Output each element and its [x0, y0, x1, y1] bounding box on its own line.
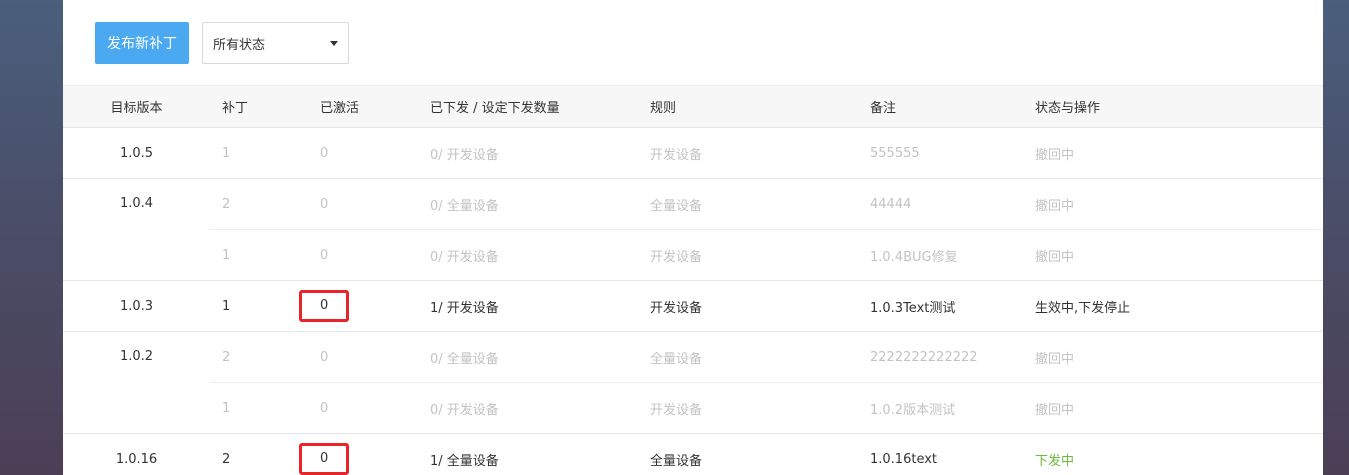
- chevron-down-icon: [330, 40, 338, 46]
- cell-version: 1.0.5: [63, 127, 210, 179]
- cell-issued: 1/ 全量设备: [430, 433, 650, 475]
- cell-rule: 全量设备: [650, 331, 870, 383]
- cell-activated: 0: [299, 433, 430, 475]
- cell-rule: 开发设备: [650, 229, 870, 281]
- header-patch: 补丁: [210, 85, 320, 128]
- cell-version: 1.0.16: [63, 433, 210, 475]
- cell-version: 1.0.3: [63, 280, 210, 332]
- cell-remark: 1.0.16text: [870, 433, 1035, 475]
- table-header-row: 目标版本 补丁 已激活 已下发 / 设定下发数量 规则 备注 状态与操作: [63, 85, 1323, 128]
- cell-remark: 44444: [870, 178, 1035, 230]
- cell-issued: 0/ 全量设备: [430, 178, 650, 230]
- header-status: 状态与操作: [1035, 85, 1323, 128]
- cell-version: 1.0.2: [63, 331, 210, 434]
- cell-version: 1.0.4: [63, 178, 210, 281]
- cell-activated: 0: [320, 178, 430, 230]
- table-row[interactable]: 1.0.2 2 0 0/ 全量设备 全量设备 2222222222222 撤回中: [63, 331, 1323, 434]
- status-filter-select[interactable]: 所有状态: [202, 22, 349, 64]
- cell-remark: 1.0.3Text测试: [870, 280, 1035, 332]
- cell-issued: 0/ 开发设备: [430, 127, 650, 179]
- cell-rule: 开发设备: [650, 127, 870, 179]
- cell-rule: 开发设备: [650, 280, 870, 332]
- toolbar: 发布新补丁 所有状态: [95, 22, 349, 64]
- cell-patch: 1: [210, 229, 320, 281]
- cell-issued: 0/ 开发设备: [430, 382, 650, 434]
- table-row[interactable]: 1.0.3 1 0 1/ 开发设备 开发设备 1.0.3Text测试 生效中,下…: [63, 280, 1323, 332]
- highlighted-activated-count: 0: [299, 290, 350, 322]
- status-filter-value: 所有状态: [213, 37, 266, 53]
- cell-patch: 2: [210, 178, 320, 230]
- cell-issued: 1/ 开发设备: [430, 280, 650, 332]
- cell-remark: 2222222222222: [870, 331, 1035, 383]
- cell-patch: 1: [210, 127, 320, 179]
- table-row[interactable]: 1.0.5 1 0 0/ 开发设备 开发设备 555555 撤回中: [63, 127, 1323, 179]
- cell-issued: 0/ 全量设备: [430, 331, 650, 383]
- cell-status: 撤回中: [1035, 127, 1323, 179]
- publish-patch-button[interactable]: 发布新补丁: [95, 22, 189, 64]
- cell-status: 撤回中: [1035, 178, 1323, 230]
- content-panel: 发布新补丁 所有状态 目标版本 补丁 已激活 已下发 / 设定下发数量 规则 备…: [63, 0, 1323, 475]
- header-activated: 已激活: [320, 85, 430, 128]
- cell-activated: 0: [320, 331, 430, 383]
- cell-activated: 0: [299, 280, 430, 332]
- cell-patch: 1: [210, 382, 320, 434]
- table-row[interactable]: 1.0.4 2 0 0/ 全量设备 全量设备 44444 撤回中: [63, 178, 1323, 281]
- cell-status[interactable]: 下发中: [1035, 433, 1323, 475]
- header-rule: 规则: [650, 85, 870, 128]
- cell-activated: 0: [320, 382, 430, 434]
- highlighted-activated-count: 0: [299, 443, 350, 475]
- table-row[interactable]: 1 0 0/ 开发设备 开发设备 1.0.2版本测试 撤回中: [63, 382, 1323, 434]
- cell-rule: 全量设备: [650, 178, 870, 230]
- cell-status: 撤回中: [1035, 229, 1323, 281]
- header-issued: 已下发 / 设定下发数量: [430, 85, 650, 128]
- cell-status: 撤回中: [1035, 331, 1323, 383]
- cell-rule: 全量设备: [650, 433, 870, 475]
- cell-status[interactable]: 生效中,下发停止: [1035, 280, 1323, 332]
- cell-activated: 0: [320, 127, 430, 179]
- cell-activated: 0: [320, 229, 430, 281]
- header-remark: 备注: [870, 85, 1035, 128]
- cell-remark: 1.0.4BUG修复: [870, 229, 1035, 281]
- cell-status: 撤回中: [1035, 382, 1323, 434]
- patch-table: 目标版本 补丁 已激活 已下发 / 设定下发数量 规则 备注 状态与操作 1.0…: [63, 85, 1323, 475]
- cell-issued: 0/ 开发设备: [430, 229, 650, 281]
- table-row[interactable]: 1.0.16 2 0 1/ 全量设备 全量设备 1.0.16text 下发中: [63, 433, 1323, 475]
- table-row[interactable]: 1 0 0/ 开发设备 开发设备 1.0.4BUG修复 撤回中: [63, 229, 1323, 281]
- cell-patch: 2: [210, 331, 320, 383]
- cell-remark: 1.0.2版本测试: [870, 382, 1035, 434]
- cell-rule: 开发设备: [650, 382, 870, 434]
- cell-remark: 555555: [870, 127, 1035, 179]
- header-target-version: 目标版本: [63, 85, 210, 128]
